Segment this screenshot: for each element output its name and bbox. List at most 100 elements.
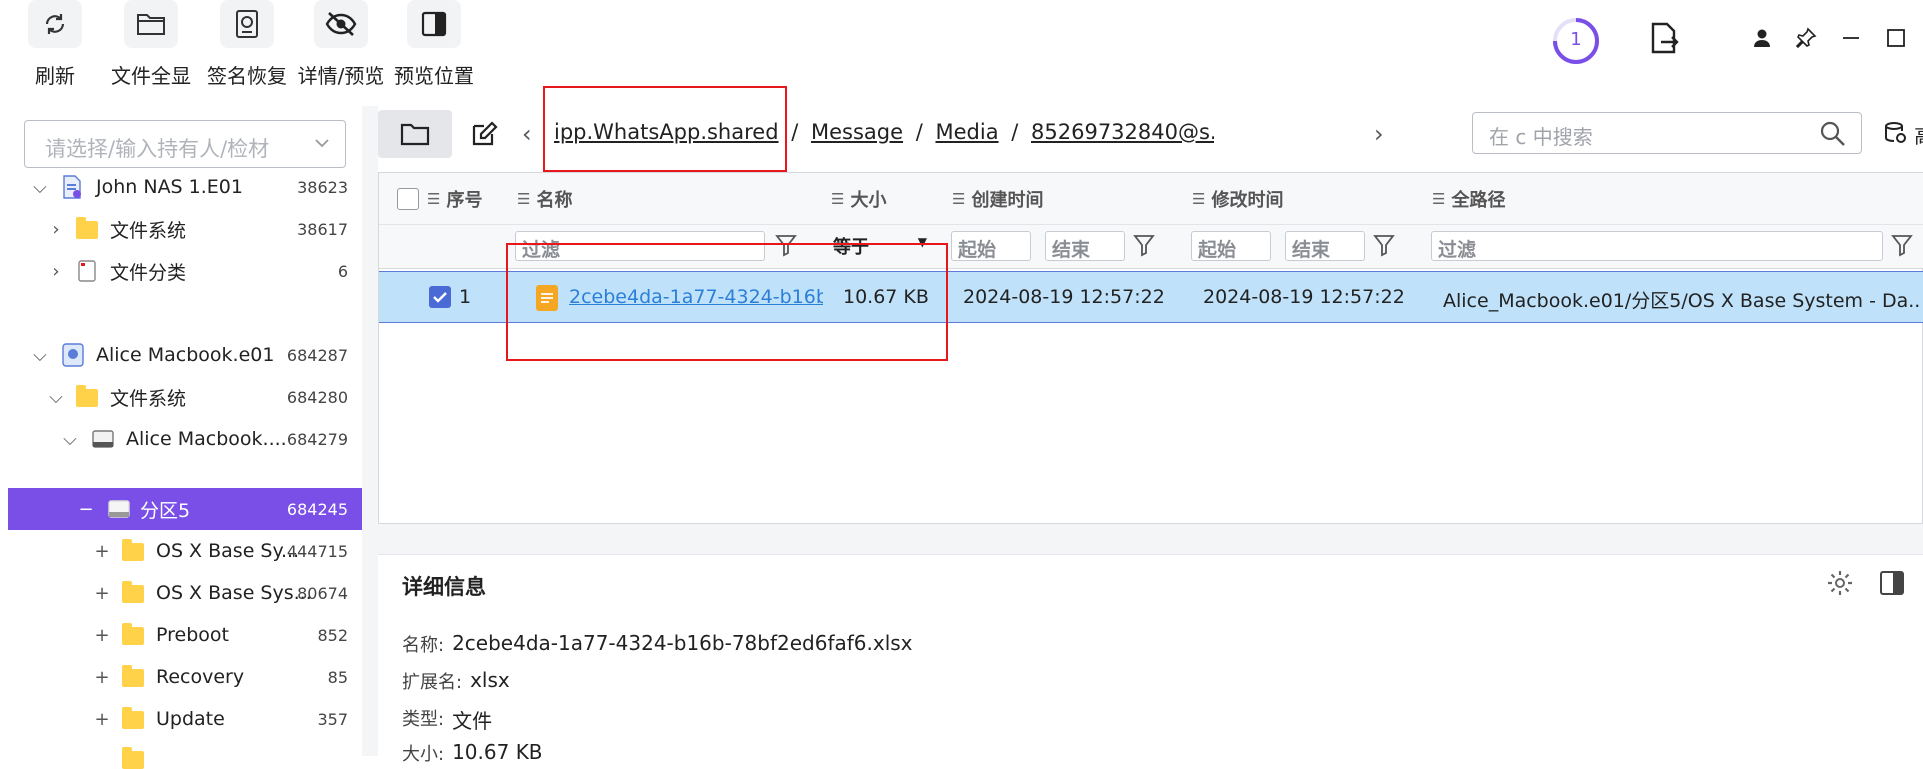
tree-item-alice-filesystem[interactable]: ⌵ 文件系统 684280 (8, 376, 362, 418)
eye-off-icon (314, 0, 368, 48)
splitter[interactable] (362, 106, 378, 756)
tree-item-update[interactable]: + Update 357 (8, 698, 362, 740)
export-file-icon[interactable] (1648, 22, 1680, 56)
folder-icon (122, 747, 144, 769)
row-checkbox[interactable] (429, 286, 451, 308)
minimize-icon[interactable] (1837, 24, 1865, 52)
path-filter-input[interactable]: 过滤 (1431, 231, 1883, 261)
chevron-right-icon[interactable]: › (46, 261, 66, 282)
chevron-right-icon[interactable]: › (46, 219, 66, 240)
panel-splitter[interactable] (378, 524, 1923, 554)
folder-view-button[interactable] (378, 110, 452, 158)
edit-path-icon[interactable] (466, 116, 502, 152)
select-all-checkbox[interactable] (397, 188, 419, 210)
chevron-down-icon[interactable]: ⌵ (46, 387, 66, 408)
advanced-label: 高 (1914, 124, 1923, 148)
panel-right-icon[interactable] (1878, 569, 1906, 601)
breadcrumb-item[interactable]: 85269732840@s.whatsapp.net (1031, 120, 1214, 144)
tree-item-count: 444715 (286, 541, 348, 561)
refresh-label: 刷新 (35, 64, 75, 88)
tree-item-count: 38617 (297, 219, 348, 239)
size-operator-select[interactable]: 等于 ▼ (833, 233, 933, 261)
refresh-icon (28, 0, 82, 48)
collapse-icon[interactable]: − (76, 499, 96, 520)
col-created-label: 创建时间 (971, 190, 1044, 211)
expand-icon[interactable]: + (92, 541, 112, 562)
tree-item-label: Update (156, 708, 225, 730)
col-name[interactable]: ☰ 名称 (517, 173, 572, 225)
breadcrumb-item[interactable]: Media (935, 120, 998, 144)
breadcrumb-separator: / (1011, 120, 1019, 144)
filter-icon[interactable] (1373, 233, 1397, 259)
tree-item-label: 文件系统 (110, 387, 187, 410)
show-all-files-label: 文件全显 (111, 64, 191, 88)
advanced-search-button[interactable]: 高 (1883, 120, 1923, 150)
chevron-down-icon[interactable]: ⌵ (30, 177, 50, 198)
created-end-input[interactable]: 结束 (1045, 231, 1125, 261)
tree-item-label: 文件分类 (110, 261, 187, 284)
col-size[interactable]: ☰ 大小 (831, 173, 886, 225)
col-index-label: 序号 (446, 190, 483, 211)
maximize-icon[interactable] (1882, 24, 1910, 52)
chevron-down-icon[interactable]: ⌵ (30, 345, 50, 366)
database-search-icon (1885, 122, 1906, 143)
detail-ext-value: xlsx (470, 668, 510, 692)
gear-icon[interactable] (1826, 569, 1854, 601)
folder-icon (400, 123, 430, 146)
expand-icon[interactable]: + (92, 583, 112, 604)
chevron-down-icon[interactable]: ⌵ (60, 429, 80, 450)
breadcrumb-item[interactable]: Message (811, 120, 903, 144)
search-icon[interactable] (1819, 120, 1847, 152)
tree-item-osx-base-1[interactable]: + OS X Base Sy... 444715 (8, 530, 362, 572)
file-name-link[interactable]: 2cebe4da-1a77-4324-b16b (569, 286, 823, 308)
expand-icon[interactable]: + (92, 625, 112, 646)
filter-icon[interactable] (1891, 233, 1915, 259)
modified-end-input[interactable]: 结束 (1285, 231, 1365, 261)
col-created[interactable]: ☰ 创建时间 (952, 173, 1043, 225)
name-filter-input[interactable]: 过滤 (515, 231, 765, 261)
table-row[interactable]: 1 2cebe4da-1a77-4324-b16b 10.67 KB 2024-… (379, 271, 1923, 323)
task-count: 1 (1570, 29, 1582, 50)
col-size-label: 大小 (850, 190, 887, 211)
refresh-button[interactable]: 刷新 (0, 0, 110, 92)
tree-item-john-filesystem[interactable]: › 文件系统 38617 (8, 208, 362, 250)
task-progress[interactable]: 1 (1551, 16, 1601, 66)
col-full-path[interactable]: ☰ 全路径 (1432, 173, 1505, 225)
modified-start-input[interactable]: 起始 (1191, 231, 1271, 261)
owner-select-placeholder: 请选择/输入持有人/检材 (45, 137, 270, 161)
tree-item-count: 85 (327, 667, 348, 687)
evidence-tree-panel: 请选择/输入持有人/检材 ⌵ John NAS 1.E01 38623 › 文件… (8, 106, 362, 769)
chevron-left-icon[interactable]: ‹ (522, 120, 532, 148)
tree-item-john-categories[interactable]: › 文件分类 6 (8, 250, 362, 292)
file-grid: ☰ 序号 ☰ 名称 ☰ 大小 ☰ 创建时间 ☰ 修改时间 ☰ 全路径 过滤 等于 ▼ 起始 … (378, 172, 1923, 524)
tree-item-label: John NAS 1.E01 (96, 176, 243, 198)
show-all-files-button[interactable]: 文件全显 (96, 0, 206, 92)
created-start-input[interactable]: 起始 (951, 231, 1031, 261)
filter-icon[interactable] (1133, 233, 1157, 259)
spreadsheet-file-icon (535, 284, 559, 317)
disk-icon (92, 430, 114, 453)
pin-icon[interactable] (1792, 24, 1820, 52)
chevron-right-icon[interactable]: › (1374, 120, 1384, 148)
path-bar: ‹ ipp.WhatsApp.shared / Message / Media … (378, 106, 1923, 162)
tree-item-osx-base-2[interactable]: + OS X Base Sys... 80674 (8, 572, 362, 614)
expand-icon[interactable]: + (92, 709, 112, 730)
col-modified[interactable]: ☰ 修改时间 (1192, 173, 1283, 225)
col-index[interactable]: ☰ 序号 (427, 173, 482, 225)
tree-item-alice-disk[interactable]: ⌵ Alice Macbook.... 684279 (8, 418, 362, 460)
tree-item-partition5[interactable]: − 分区5 684245 (8, 488, 362, 530)
filter-icon[interactable] (775, 233, 799, 259)
signature-recovery-icon (220, 0, 274, 48)
search-input[interactable]: 在 c 中搜索 (1472, 112, 1862, 154)
tree-item-recovery[interactable]: + Recovery 85 (8, 656, 362, 698)
tree-item-preboot[interactable]: + Preboot 852 (8, 614, 362, 656)
tree-item-count: 684280 (286, 387, 348, 407)
preview-position-button[interactable]: 预览位置 (379, 0, 489, 92)
user-icon[interactable] (1748, 24, 1776, 52)
breadcrumb-item[interactable]: ipp.WhatsApp.shared (554, 120, 779, 144)
tree-item-alice-macbook[interactable]: ⌵ Alice Macbook.e01 684287 (8, 334, 362, 376)
expand-icon[interactable]: + (92, 667, 112, 688)
owner-select[interactable]: 请选择/输入持有人/检材 (24, 120, 346, 168)
tree-item-john-nas[interactable]: ⌵ John NAS 1.E01 38623 (8, 166, 362, 208)
tree-item-label: Preboot (156, 624, 229, 646)
